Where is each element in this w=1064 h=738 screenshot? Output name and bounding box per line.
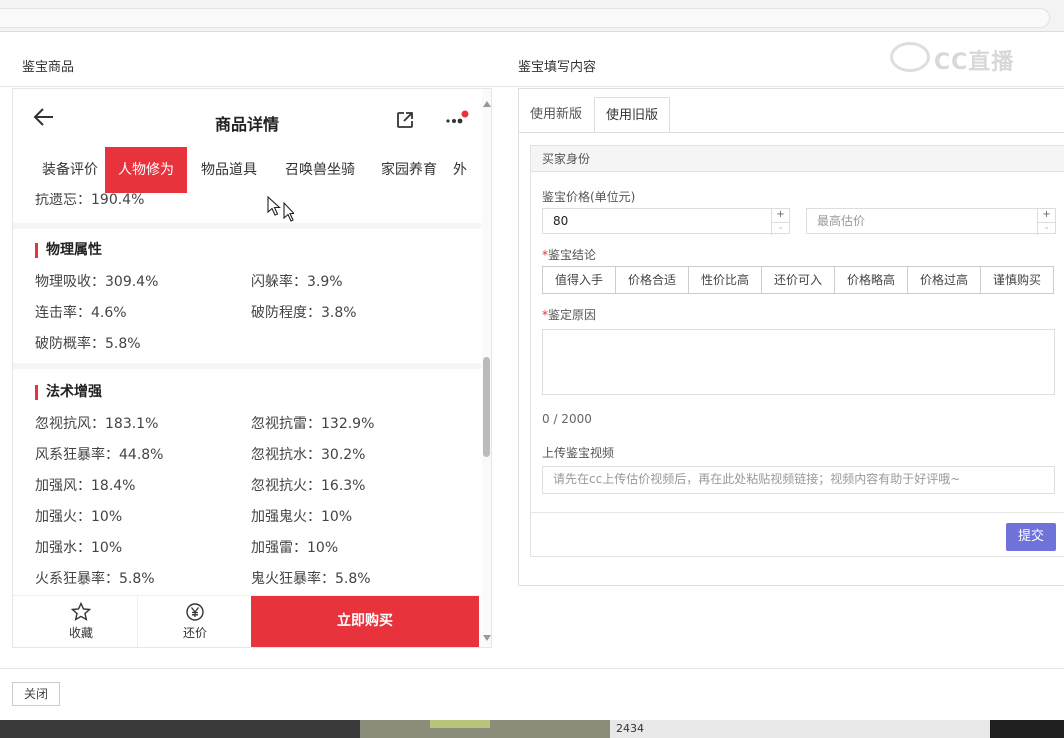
purchase-bar: 收藏 还价 立即购买	[13, 595, 481, 647]
price-label: 鉴宝价格(单位元)	[542, 190, 636, 204]
favorite-label: 收藏	[68, 626, 93, 640]
watermark-ring-icon	[890, 42, 930, 72]
phone-scrollbar[interactable]	[482, 89, 491, 647]
tab-old-version[interactable]: 使用旧版	[594, 97, 671, 133]
attribute-scroll-area[interactable]: 抗遗忘：190.4% 物理属性 物理吸收：309.4% 闪躲率：3.9% 连击率…	[13, 193, 481, 593]
footer-divider	[0, 668, 1064, 669]
favorite-button[interactable]: 收藏	[43, 596, 119, 647]
tab-character-cultivation[interactable]: 人物修为	[105, 147, 187, 193]
verdict-label: *鉴宝结论	[542, 246, 596, 263]
decrement-button[interactable]: -	[1038, 222, 1055, 235]
attribute-item: 物理吸收：309.4%	[35, 274, 159, 290]
attribute-item: 加强火：10%	[35, 509, 123, 525]
attribute-item: 忽视抗雷：132.9%	[251, 416, 375, 432]
section-gap	[13, 363, 481, 369]
char-counter: 0 / 2000	[542, 412, 592, 426]
attribute-item: 忽视抗火：16.3%	[251, 478, 366, 494]
background-window-strip: 2434	[0, 720, 1064, 738]
attribute-item: 忽视抗水：30.2%	[251, 447, 366, 463]
attribute-item: 加强鬼火：10%	[251, 509, 353, 525]
scroll-up-icon[interactable]	[483, 101, 491, 107]
verdict-option[interactable]: 价格合适	[615, 266, 689, 294]
attribute-item: 加强水：10%	[35, 540, 123, 556]
verdict-option[interactable]: 值得入手	[542, 266, 616, 294]
attribute-item: 鬼火狂暴率：5.8%	[251, 571, 371, 587]
product-detail-phone: 商品详情 装备评价 人物修为 物品道具 召唤兽坐骑 家园养育 外 抗遗忘：190…	[12, 88, 492, 648]
appraisal-form-card: 买家身份 鉴宝价格(单位元) 80 + - 最高估价 + - *鉴宝结论 值得入手 …	[530, 145, 1064, 557]
watermark-text: CC直播	[934, 50, 1015, 75]
tab-equipment-review[interactable]: 装备评价	[27, 147, 113, 193]
watermark-logo: CC直播	[890, 38, 1030, 78]
attribute-item: 闪躲率：3.9%	[251, 274, 343, 290]
yen-coin-icon	[185, 602, 205, 622]
max-price-stepper[interactable]: + -	[1037, 209, 1055, 235]
tab-underline	[519, 132, 1064, 133]
video-link-input[interactable]: 请先在cc上传估价视频后，再在此处粘贴视频链接；视频内容有助于好评哦~	[542, 466, 1055, 494]
verdict-option[interactable]: 谨慎购买	[980, 266, 1054, 294]
buy-now-button[interactable]: 立即购买	[251, 596, 479, 647]
tab-new-version[interactable]: 使用新版	[519, 97, 593, 133]
price-input[interactable]: 80 + -	[542, 208, 790, 235]
appraisal-form-panel: 使用新版 使用旧版 买家身份 鉴宝价格(单位元) 80 + - 最高估价 + - *…	[518, 88, 1064, 586]
background-cell-value: 2434	[610, 720, 990, 738]
form-section-label: 鉴宝填写内容	[518, 60, 597, 75]
max-price-input[interactable]: 最高估价 + -	[806, 208, 1056, 235]
increment-button[interactable]: +	[772, 209, 789, 222]
attribute-item: 连击率：4.6%	[35, 305, 127, 321]
header-divider	[0, 86, 1064, 87]
mouse-cursor-icon	[266, 195, 296, 223]
card-divider	[531, 512, 1064, 513]
price-value: 80	[553, 214, 569, 228]
attribute-item: 火系狂暴率：5.8%	[35, 571, 155, 587]
section-gap	[13, 223, 481, 229]
verdict-option[interactable]: 价格过高	[907, 266, 981, 294]
attribute-item: 破防程度：3.8%	[251, 305, 357, 321]
share-icon[interactable]	[396, 111, 414, 129]
verdict-option[interactable]: 性价比高	[688, 266, 762, 294]
attribute-item: 忽视抗风：183.1%	[35, 416, 159, 432]
max-price-placeholder: 最高估价	[817, 214, 866, 228]
close-button[interactable]: 关闭	[12, 682, 60, 706]
more-menu-icon[interactable]	[445, 109, 469, 129]
bargain-label: 还价	[182, 626, 207, 640]
verdict-option[interactable]: 价格略高	[834, 266, 908, 294]
background-cell	[430, 720, 490, 728]
bar-divider	[137, 596, 138, 647]
attribute-item: 加强雷：10%	[251, 540, 339, 556]
tab-home-raising[interactable]: 家园养育	[373, 147, 445, 193]
tab-appearance[interactable]: 外	[453, 147, 481, 193]
verdict-option[interactable]: 还价可入	[761, 266, 835, 294]
submit-button[interactable]: 提交	[1006, 523, 1056, 551]
address-bar[interactable]	[0, 8, 1050, 28]
attribute-partial-row: 抗遗忘：190.4%	[35, 193, 145, 208]
attribute-item: 加强风：18.4%	[35, 478, 136, 494]
decrement-button[interactable]: -	[772, 222, 789, 235]
bargain-button[interactable]: 还价	[157, 596, 233, 647]
phone-header: 商品详情	[13, 89, 481, 147]
category-tabs: 装备评价 人物修为 物品道具 召唤兽坐骑 家园养育 外	[13, 147, 481, 193]
video-label: 上传鉴宝视频	[542, 446, 615, 460]
attribute-item: 破防概率：5.8%	[35, 336, 141, 352]
price-stepper[interactable]: + -	[771, 209, 789, 235]
increment-button[interactable]: +	[1038, 209, 1055, 222]
background-cell	[990, 720, 1064, 738]
card-title: 买家身份	[531, 146, 1064, 172]
scrollbar-thumb[interactable]	[483, 357, 490, 457]
goods-section-label: 鉴宝商品	[22, 60, 75, 75]
attribute-item: 风系狂暴率：44.8%	[35, 447, 164, 463]
star-icon	[70, 601, 92, 622]
reason-textarea[interactable]	[542, 329, 1055, 395]
tab-summon-mount[interactable]: 召唤兽坐骑	[275, 147, 365, 193]
section-title-spell: 法术增强	[35, 385, 102, 400]
reason-label: *鉴定原因	[542, 306, 596, 323]
scroll-down-icon[interactable]	[483, 635, 491, 641]
tab-items-props[interactable]: 物品道具	[193, 147, 265, 193]
browser-top-strip	[0, 0, 1064, 32]
reason-label-text: 鉴定原因	[548, 308, 597, 322]
video-placeholder: 请先在cc上传估价视频后，再在此处粘贴视频链接；视频内容有助于好评哦~	[553, 472, 961, 486]
verdict-label-text: 鉴宝结论	[548, 248, 597, 262]
section-title-physical: 物理属性	[35, 243, 102, 258]
